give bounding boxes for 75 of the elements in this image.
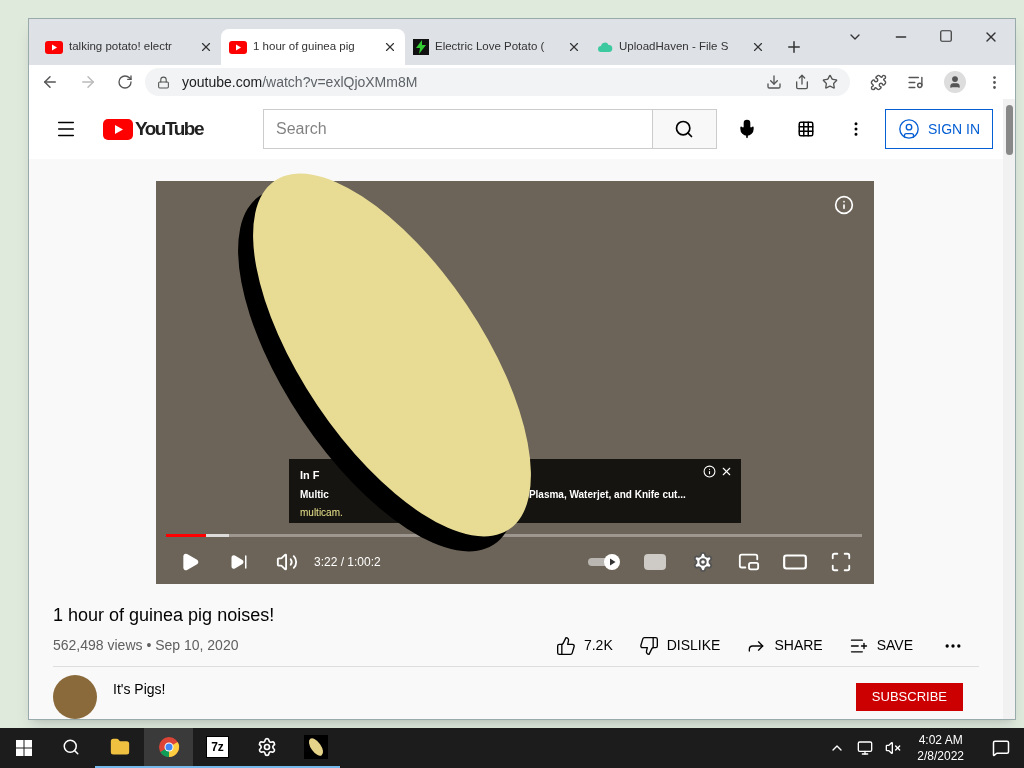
maximize-icon[interactable] — [939, 29, 953, 43]
close-icon[interactable] — [720, 465, 733, 478]
autoplay-toggle-icon[interactable] — [588, 553, 622, 571]
channel-avatar[interactable] — [53, 675, 97, 719]
browser-icon — [157, 736, 180, 758]
ad-title: In F — [300, 468, 320, 483]
notifications-icon[interactable] — [992, 739, 1010, 757]
search-icon — [61, 738, 80, 756]
ad-text: Plasma, Waterjet, and Knife cut... — [528, 487, 686, 502]
save-button[interactable]: SAVE — [844, 635, 917, 656]
tab-title: Electric Love Potato ( — [435, 39, 546, 55]
next-icon[interactable] — [230, 553, 248, 571]
miniplayer-icon[interactable] — [738, 551, 760, 573]
view-count: 562,498 views • Sep 10, 2020 — [53, 636, 239, 655]
info-icon[interactable] — [703, 465, 716, 478]
tab-title: 1 hour of guinea pig — [253, 39, 356, 55]
lock-icon — [157, 75, 170, 89]
taskbar-button[interactable]: 7z — [193, 728, 242, 768]
fullscreen-icon[interactable] — [830, 551, 852, 573]
browser-tab[interactable]: 1 hour of guinea pig — [221, 29, 405, 65]
reload-icon[interactable] — [117, 74, 133, 90]
subscribe-button[interactable]: SUBSCRIBE — [855, 683, 963, 711]
settings-icon — [256, 737, 277, 757]
like-button[interactable]: 7.2K — [551, 635, 617, 656]
search-icon — [674, 119, 695, 139]
browser-tab[interactable]: talking potato! electr — [37, 29, 221, 65]
settings-icon[interactable] — [692, 551, 714, 573]
archive-app-icon: 7z — [207, 737, 228, 757]
potato-icon — [303, 735, 328, 759]
lightning-icon — [413, 39, 429, 55]
network-icon[interactable] — [857, 740, 874, 756]
search-field[interactable]: Search — [262, 109, 653, 149]
share-button[interactable]: SHARE — [742, 635, 827, 656]
search-button[interactable] — [652, 109, 717, 149]
clock-time[interactable]: 4:02 AM — [918, 732, 963, 748]
muted-speaker-icon[interactable] — [885, 740, 902, 756]
clock-date[interactable]: 2/8/2022 — [917, 748, 964, 764]
tab-title: talking potato! electr — [69, 39, 173, 55]
user-icon — [897, 118, 920, 140]
play-icon[interactable] — [180, 552, 200, 572]
profile-avatar[interactable] — [944, 71, 966, 93]
play-logo-icon — [103, 118, 133, 140]
start-icon[interactable] — [16, 740, 32, 756]
ad-text: Multic — [300, 487, 329, 502]
logo-text: YouTube — [135, 116, 203, 141]
share-icon[interactable] — [794, 74, 810, 90]
site-logo[interactable]: YouTube — [103, 114, 203, 144]
close-icon[interactable] — [199, 40, 213, 54]
address-bar[interactable]: youtube.com/watch?v=exlQjoXMm8M — [145, 68, 850, 96]
back-icon[interactable] — [41, 73, 59, 91]
time-display: 3:22 / 1:00:2 — [314, 554, 381, 571]
dislike-button[interactable]: DISLIKE — [634, 635, 725, 656]
ad-domain: multicam. — [300, 505, 344, 520]
extensions-icon[interactable] — [870, 73, 887, 91]
browser-tab[interactable]: UploadHaven - File S — [589, 29, 773, 65]
close-icon[interactable] — [751, 40, 765, 54]
sign-in-button[interactable]: SIGN IN — [884, 109, 994, 149]
video-title: 1 hour of guinea pig noises! — [53, 604, 276, 627]
taskbar-button[interactable] — [144, 728, 193, 768]
thumbs-down-icon — [638, 635, 659, 656]
thumbs-up-icon — [555, 635, 576, 656]
tab-title: UploadHaven - File S — [619, 39, 730, 55]
url-text: youtube.com/watch?v=exlQjoXMm8M — [182, 72, 419, 92]
apps-grid-icon[interactable] — [796, 120, 815, 138]
bookmark-star-icon[interactable] — [822, 74, 838, 90]
play-logo-icon — [229, 40, 247, 54]
volume-icon[interactable] — [276, 551, 298, 573]
close-icon[interactable] — [567, 40, 581, 54]
download-icon[interactable] — [766, 74, 782, 90]
browser-tab[interactable]: Electric Love Potato ( — [405, 29, 589, 65]
folder-icon — [109, 737, 130, 757]
new-tab-icon[interactable] — [785, 38, 803, 56]
play-logo-icon — [45, 40, 63, 54]
channel-name[interactable]: It's Pigs! — [113, 679, 166, 700]
close-icon[interactable] — [383, 40, 397, 54]
